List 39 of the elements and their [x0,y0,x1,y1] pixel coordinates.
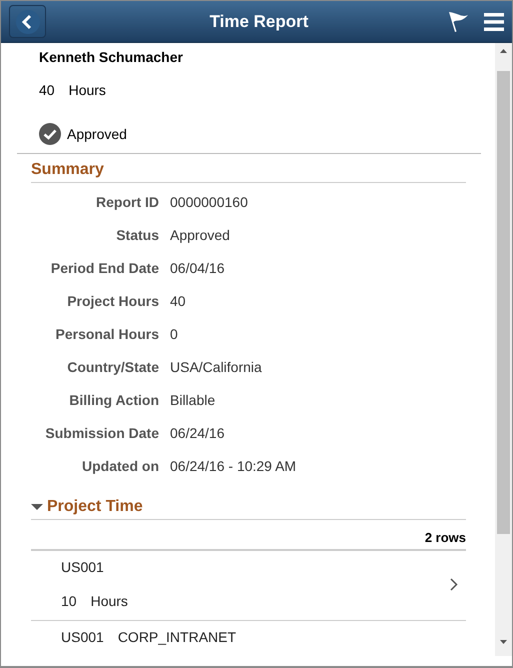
field-label: Project Hours [66,292,159,311]
field-label: Personal Hours [54,325,159,344]
back-button[interactable] [9,5,46,38]
field-value: 06/04/16 [170,259,226,278]
field-value: 06/24/16 [170,424,226,443]
field-value: 06/24/16 - 10:29 AM [170,457,298,476]
row-count: 2 rows [424,530,466,545]
field-value: 0 [170,325,179,344]
hours-unit: Hours [68,81,106,100]
field-value: 0000000160 [170,193,249,212]
hours-unit: Hours [90,592,128,611]
field-value: Approved [170,226,231,245]
activity-name: CORP_INTRANET [118,628,236,647]
employee-name: Kenneth Schumacher [39,48,184,67]
page-title: Time Report [208,12,310,32]
field-label: Report ID [95,193,159,212]
menu-icon[interactable] [484,12,504,32]
field-label: Submission Date [44,424,159,443]
hours-value: 40 [39,81,55,100]
check-icon [39,123,61,145]
section-title: Summary [31,160,104,180]
field-label: Country/State [66,358,159,377]
field-label: Billing Action [68,391,159,410]
field-label: Period End Date [50,259,159,278]
field-label: Status [115,226,159,245]
field-value: USA/California [170,358,263,377]
status-text: Approved [67,126,127,142]
project-row[interactable]: US001 CORP_INTRANET [31,621,466,654]
collapse-icon[interactable] [31,503,43,511]
project-id: US001 [61,628,104,647]
chevron-icon [450,578,458,590]
hours-value: 10 [61,592,77,611]
field-value: 40 [170,292,187,311]
project-row[interactable]: US001 10 Hours [31,551,466,621]
section-title[interactable]: Project Time [47,497,143,517]
project-id: US001 [61,558,104,577]
field-label: Updated on [81,457,159,476]
field-value: Billable [170,391,216,410]
flag-icon[interactable] [446,10,470,34]
